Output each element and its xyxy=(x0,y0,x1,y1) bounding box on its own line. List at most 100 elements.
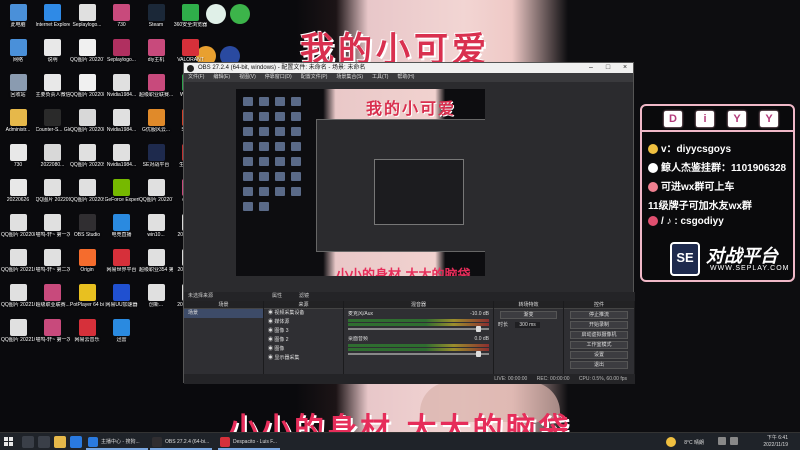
scene-item[interactable]: 场景 xyxy=(184,309,263,318)
desktop-icon[interactable]: OBS Studio xyxy=(70,214,104,238)
search-icon[interactable] xyxy=(22,436,34,448)
desktop-icon[interactable]: 730 xyxy=(105,4,139,28)
slider-handle[interactable] xyxy=(476,326,481,332)
obs-menu-item[interactable]: 文件(F) xyxy=(188,74,204,80)
volume-icon[interactable] xyxy=(730,437,738,445)
control-button[interactable]: 启动虚拟摄像机 xyxy=(570,331,628,339)
control-button[interactable]: 停止推流 xyxy=(570,311,628,319)
desktop-icon[interactable]: 电竞直播 xyxy=(105,214,139,238)
desktop-icon[interactable]: QQ图片 20220711... xyxy=(70,39,104,63)
desktop-icon[interactable]: QQ图片 20220804... xyxy=(1,214,35,238)
control-button[interactable]: 开始录制 xyxy=(570,321,628,329)
desktop-icon[interactable]: 网易UU加速器 xyxy=(105,284,139,308)
desktop-icon[interactable]: Nvidia1984... xyxy=(105,144,139,168)
desktop-icon[interactable]: QQ图片 20220906... xyxy=(70,144,104,168)
desktop-icon[interactable]: 喵呜-轩~ 第二次... xyxy=(36,249,70,273)
obs-menu-item[interactable]: 停靠窗口(D) xyxy=(265,74,292,80)
desktop-icon[interactable]: Nvidia1984... xyxy=(105,109,139,133)
slider-handle[interactable] xyxy=(476,351,481,357)
desktop-icon[interactable]: PotPlayer 64 bit xyxy=(70,284,104,308)
close-icon[interactable]: × xyxy=(617,63,633,73)
desktop-icon[interactable]: 超级职业联赛... xyxy=(36,284,70,308)
desktop-icon[interactable]: QQ图片 20220712... xyxy=(139,179,173,203)
app-shortcut-icon[interactable] xyxy=(230,4,250,24)
volume-slider[interactable] xyxy=(348,351,489,357)
desktop-icon[interactable]: 此电脑 xyxy=(1,4,35,28)
desktop-icon[interactable]: 网易云音乐 xyxy=(70,319,104,343)
desktop-icon[interactable]: win10... xyxy=(139,214,173,238)
obs-menu-item[interactable]: 编辑(E) xyxy=(213,74,230,80)
volume-slider[interactable] xyxy=(348,326,489,332)
maximize-icon[interactable]: □ xyxy=(600,63,616,73)
desktop-icon[interactable]: QQ图片 20221021... xyxy=(1,249,35,273)
app-shortcut-icon[interactable] xyxy=(206,4,226,24)
desktop-icon[interactable]: 超级职业联赛... xyxy=(139,74,173,98)
network-icon[interactable] xyxy=(718,437,726,445)
desktop-icon[interactable]: 2022080... xyxy=(36,144,70,168)
source-item[interactable]: ◉ 视频采集设备 xyxy=(264,309,343,318)
obs-menu-item[interactable]: 工具(T) xyxy=(372,74,388,80)
desktop-icon[interactable]: 360安全浏览器 xyxy=(174,4,208,28)
start-button[interactable] xyxy=(4,437,14,447)
obs-menu-item[interactable]: 帮助(H) xyxy=(397,74,414,80)
desktop-icon[interactable]: Origin xyxy=(70,249,104,273)
taskbar-task[interactable]: 主播中心 - 搜狗... xyxy=(86,434,148,450)
desktop-icon[interactable]: 喵呜-轩~ 第一次... xyxy=(36,319,70,343)
desktop-icon[interactable]: 说明 xyxy=(36,39,70,63)
desktop-icon[interactable]: 网络 xyxy=(1,39,35,63)
desktop-icon[interactable]: Seplaylogo... xyxy=(70,4,104,28)
source-item[interactable]: ◉ 媒体源 xyxy=(264,318,343,327)
properties-button[interactable]: 属性 xyxy=(272,292,282,301)
task-view-icon[interactable] xyxy=(38,436,50,448)
filters-button[interactable]: 滤镜 xyxy=(299,292,309,301)
desktop-icon[interactable]: QQ图片 20220814... xyxy=(70,109,104,133)
desktop-icon[interactable]: Seplaylogo... xyxy=(105,39,139,63)
weather-text[interactable]: 8°C 晴朗 xyxy=(684,439,704,446)
control-button[interactable]: 退出 xyxy=(570,361,628,369)
desktop-icon[interactable]: 主要负责人微信群... xyxy=(36,74,70,98)
desktop-icon[interactable]: 730 xyxy=(1,144,35,168)
desktop-icon[interactable]: Internet Explorer xyxy=(36,4,70,28)
file-explorer-icon[interactable] xyxy=(54,436,66,448)
duration-input[interactable]: 300 ms xyxy=(515,322,540,328)
desktop-icon[interactable]: Nvidia1984... xyxy=(105,74,139,98)
taskbar-task[interactable]: OBS 27.2.4 (64-bi... xyxy=(150,434,212,450)
desktop-icon[interactable]: 网易世界平台 xyxy=(105,249,139,273)
obs-menu-item[interactable]: 视图(V) xyxy=(239,74,256,80)
clock[interactable]: 下午 6:41 2022/11/19 xyxy=(748,435,788,449)
desktop-icon[interactable]: QQ图片 20220906... xyxy=(36,179,70,203)
desktop-icon[interactable]: QQ图片 20221021... xyxy=(1,284,35,308)
source-item[interactable]: ◉ 图像 xyxy=(264,345,343,354)
desktop-icon[interactable]: Administr... xyxy=(1,109,35,133)
desktop-icon[interactable]: 迅雷 xyxy=(105,319,139,343)
app-icon[interactable] xyxy=(70,436,82,448)
desktop-icon[interactable]: Counter-S... Global Off... xyxy=(36,109,70,133)
obs-menu-item[interactable]: 配置文件(P) xyxy=(301,74,328,80)
source-item[interactable]: ◉ 显示器采集 xyxy=(264,354,343,363)
control-button[interactable]: 工作室模式 xyxy=(570,341,628,349)
desktop-icon[interactable]: 20220626 xyxy=(1,179,35,203)
weather-icon[interactable] xyxy=(666,437,676,447)
desktop-icon[interactable]: VALORANT xyxy=(174,39,208,63)
obs-title-bar[interactable]: OBS 27.2.4 (64-bit, windows) - 配置文件: 未命名… xyxy=(184,63,633,73)
source-item[interactable]: ◉ 图像 3 xyxy=(264,327,343,336)
desktop-icon[interactable]: SE对战平台 xyxy=(139,144,173,168)
obs-menu-item[interactable]: 场景集合(S) xyxy=(336,74,363,80)
desktop-icon[interactable]: 喵呜-轩~ 第一次... xyxy=(36,214,70,238)
desktop-icon[interactable]: G优服风云... xyxy=(139,109,173,133)
control-button[interactable]: 设置 xyxy=(570,351,628,359)
desktop-icon[interactable]: Steam xyxy=(139,4,173,28)
obs-preview[interactable]: 我的小可爱 小小的身材 大大的脑袋 xyxy=(236,89,485,276)
taskbar-task[interactable]: Despacito - Luis F... xyxy=(218,434,280,450)
desktop-icon[interactable]: diy主机 xyxy=(139,39,173,63)
desktop-icon[interactable]: 创新... xyxy=(139,284,173,308)
desktop-icon[interactable]: QQ图片 20221021... xyxy=(1,319,35,343)
minimize-icon[interactable]: – xyxy=(583,63,599,73)
desktop-icon[interactable]: QQ图片 20220906... xyxy=(70,179,104,203)
desktop-icon[interactable]: 回收站 xyxy=(1,74,35,98)
desktop-icon[interactable]: GeForce Experience xyxy=(105,179,139,203)
obs-window[interactable]: OBS 27.2.4 (64-bit, windows) - 配置文件: 未命名… xyxy=(183,62,635,384)
source-item[interactable]: ◉ 图像 2 xyxy=(264,336,343,345)
transition-select[interactable]: 渐变 xyxy=(500,311,557,319)
desktop-icon[interactable]: 超级职业354 第... xyxy=(139,249,173,273)
